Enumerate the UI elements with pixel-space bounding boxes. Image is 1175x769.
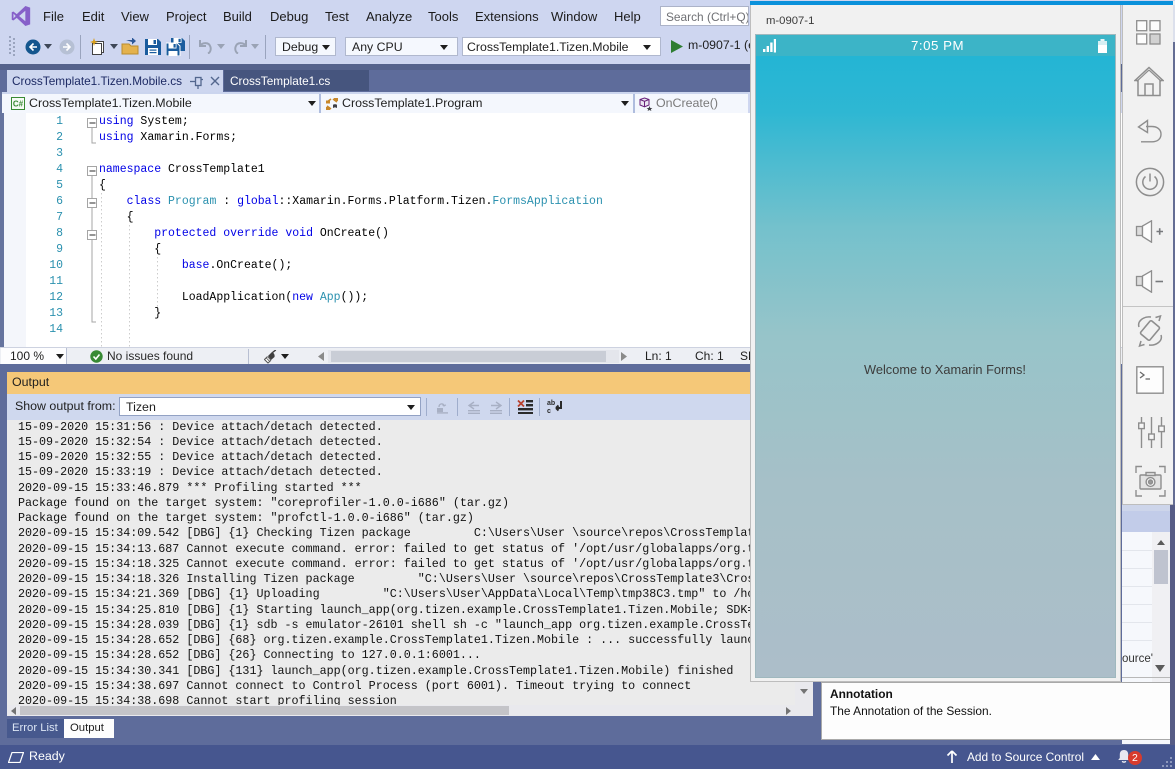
svg-text:ab: ab [547, 400, 555, 407]
svg-text:C#: C# [13, 100, 24, 109]
svg-text:c: c [547, 408, 551, 415]
